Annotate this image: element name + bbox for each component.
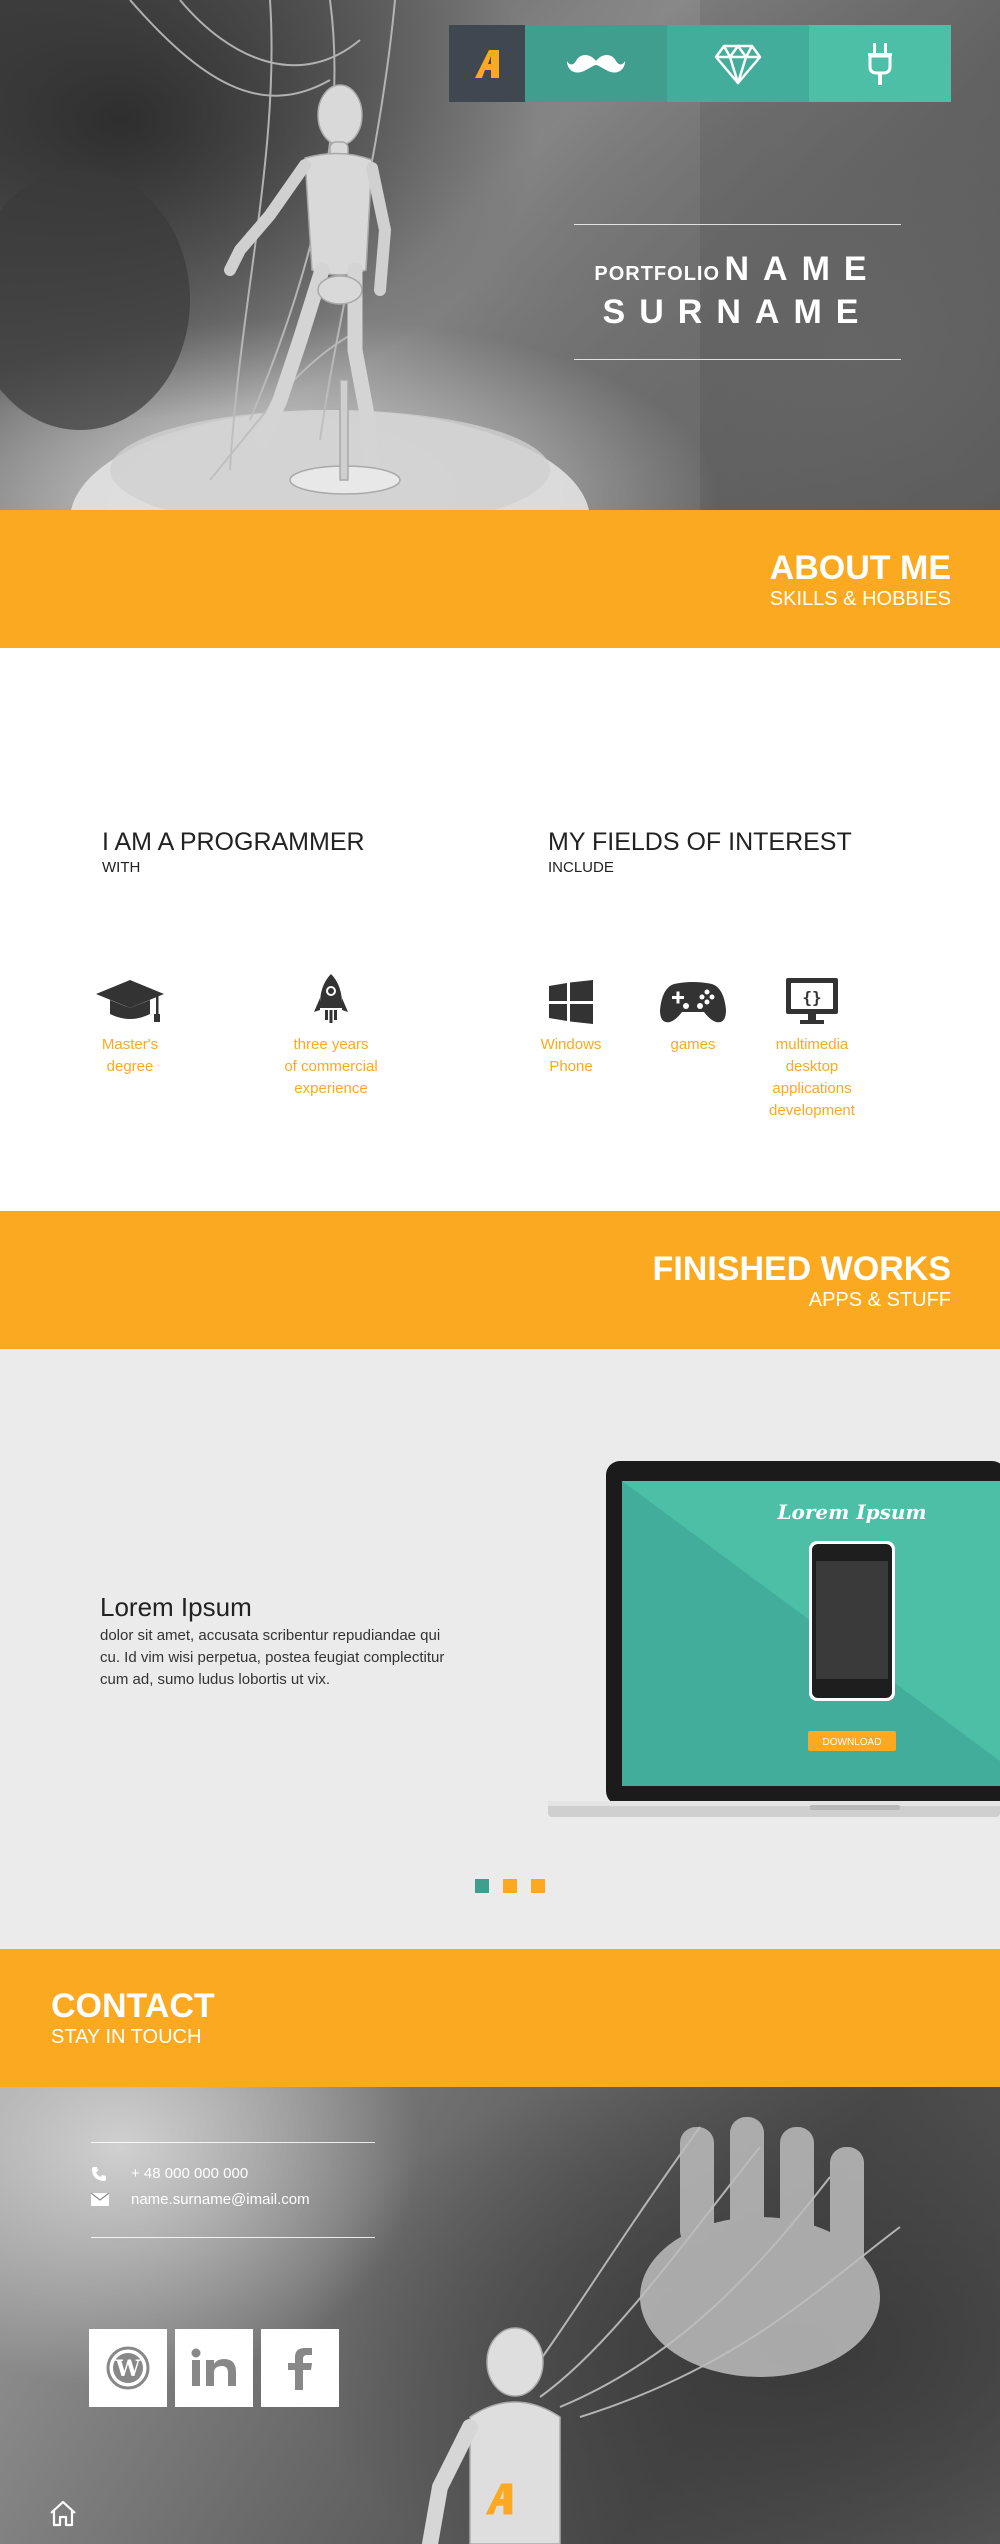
contact-phone-row: + 48 000 000 000	[91, 2165, 248, 2182]
laptop-mockup[interactable]: Lorem Ipsum DOWNLOAD	[548, 1461, 1000, 1817]
works-section: Lorem Ipsum dolor sit amet, accusata scr…	[0, 1349, 1000, 1949]
logo-icon	[485, 2483, 513, 2515]
plug-icon	[868, 42, 892, 85]
interest-windows-phone: Windows Phone	[521, 968, 621, 1078]
contact-band-title: CONTACT	[51, 1987, 215, 2025]
social-links: W	[89, 2329, 339, 2407]
skill-masters-line2: degree	[106, 1058, 154, 1075]
rocket-icon	[314, 974, 348, 1023]
hero-name: NAME	[724, 250, 881, 288]
skill-experience-line3: experience	[294, 1080, 368, 1097]
hero-divider-bottom	[574, 359, 901, 360]
home-button[interactable]	[48, 2499, 78, 2532]
interest-multimedia-line4: development	[769, 1102, 855, 1119]
interest-windows-line2: Phone	[549, 1058, 593, 1075]
nav-logo-button[interactable]	[449, 25, 525, 102]
skill-experience-line1: three years	[293, 1036, 369, 1053]
interest-multimedia: {} multimedia desktop applications devel…	[752, 968, 872, 1122]
carousel-dot-2[interactable]	[503, 1879, 517, 1893]
interests-heading: MY FIELDS OF INTEREST	[548, 828, 852, 856]
interest-multimedia-line1: multimedia	[775, 1036, 849, 1053]
skill-experience-line2: of commercial	[284, 1058, 378, 1075]
hero-divider-top	[574, 224, 901, 225]
work-title: Lorem Ipsum	[100, 1592, 252, 1622]
interest-windows-line1: Windows	[540, 1036, 602, 1053]
mustache-icon	[567, 54, 625, 73]
footer-background-photo	[422, 2117, 901, 2544]
nav-about-button[interactable]	[525, 25, 667, 102]
programmer-subheading: WITH	[102, 859, 141, 876]
skill-masters-line1: Master's	[101, 1036, 159, 1053]
work-description: dolor sit amet, accusata scribentur repu…	[100, 1627, 445, 1688]
screen-app-title: Lorem Ipsum	[776, 1500, 926, 1524]
portfolio-label: PORTFOLIO	[594, 263, 721, 285]
skill-experience: three years of commercial experience	[266, 968, 396, 1100]
logo-icon	[475, 49, 499, 78]
windows-icon	[549, 980, 593, 1024]
interest-games-line1: games	[670, 1036, 716, 1053]
graduation-cap-icon	[96, 980, 164, 1022]
about-band: ABOUT ME SKILLS & HOBBIES	[0, 510, 1000, 648]
contact-band-subtitle: STAY IN TOUCH	[51, 2026, 202, 2048]
code-monitor-icon: {}	[786, 978, 838, 1024]
programmer-heading-block: I AM A PROGRAMMER WITH	[102, 828, 365, 876]
contact-email-row: name.surname@imail.com	[91, 2191, 310, 2208]
top-navigation	[449, 25, 951, 102]
works-band: FINISHED WORKS APPS & STUFF	[0, 1211, 1000, 1349]
wordpress-link[interactable]: W	[89, 2329, 167, 2407]
programmer-heading: I AM A PROGRAMMER	[102, 828, 365, 856]
contact-email[interactable]: name.surname@imail.com	[131, 2191, 310, 2208]
linkedin-icon	[191, 2348, 236, 2386]
phone-icon	[92, 2166, 106, 2181]
home-icon	[50, 2500, 76, 2527]
carousel-dot-3[interactable]	[531, 1879, 545, 1893]
about-section: I AM A PROGRAMMER WITH MY FIELDS OF INTE…	[0, 648, 1000, 1211]
hero-title: PORTFOLIO NAME SURNAME	[574, 250, 901, 332]
skill-masters-degree: Master's degree	[70, 968, 190, 1078]
interest-multimedia-line3: applications	[772, 1080, 852, 1097]
works-band-subtitle: APPS & STUFF	[808, 1289, 951, 1311]
svg-text:W: W	[115, 2356, 141, 2382]
linkedin-link[interactable]	[175, 2329, 253, 2407]
carousel-dots	[475, 1879, 545, 1893]
facebook-link[interactable]	[261, 2329, 339, 2407]
works-band-title: FINISHED WORKS	[652, 1250, 951, 1288]
screen-download-label: DOWNLOAD	[823, 1737, 882, 1748]
contact-footer: + 48 000 000 000 name.surname@imail.com …	[0, 2087, 1000, 2544]
interests-subheading: INCLUDE	[548, 859, 614, 876]
interest-multimedia-line2: desktop	[785, 1058, 839, 1075]
svg-text:{}: {}	[802, 988, 821, 1007]
nav-works-button[interactable]	[667, 25, 809, 102]
interest-games: games	[643, 968, 743, 1056]
contact-divider-top	[91, 2142, 375, 2143]
hero-surname: SURNAME	[602, 293, 873, 331]
contact-phone[interactable]: + 48 000 000 000	[131, 2165, 248, 2182]
nav-contact-button[interactable]	[809, 25, 951, 102]
interests-heading-block: MY FIELDS OF INTEREST INCLUDE	[548, 828, 852, 876]
wordpress-icon: W	[106, 2346, 150, 2390]
hero-section: PORTFOLIO NAME SURNAME	[0, 0, 1000, 510]
about-band-title: ABOUT ME	[769, 549, 951, 587]
carousel-dot-1[interactable]	[475, 1879, 489, 1893]
diamond-icon	[714, 44, 762, 84]
contact-band: CONTACT STAY IN TOUCH	[0, 1949, 1000, 2087]
facebook-icon	[288, 2348, 312, 2390]
gamepad-icon	[660, 982, 726, 1023]
footer-logo[interactable]	[479, 2479, 519, 2524]
about-band-subtitle: SKILLS & HOBBIES	[769, 588, 951, 610]
contact-divider-bottom	[91, 2237, 375, 2238]
envelope-icon	[91, 2193, 109, 2206]
